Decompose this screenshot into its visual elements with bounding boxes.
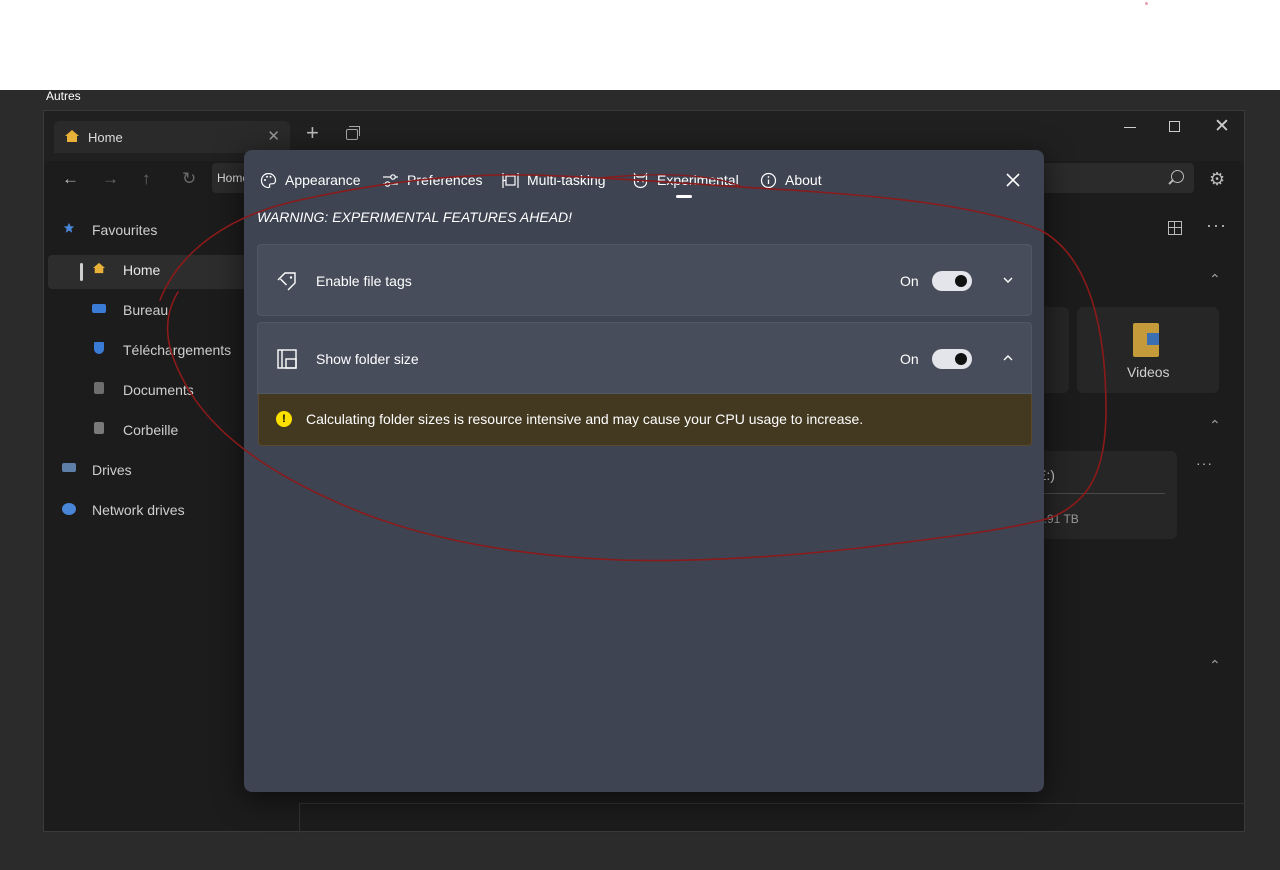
- info-message: Calculating folder sizes is resource int…: [306, 411, 864, 427]
- sidebar-item-home[interactable]: Home: [123, 262, 160, 278]
- desktop-label: Autres: [46, 89, 81, 103]
- sliders-icon: [383, 173, 398, 187]
- status-divider-vertical: [299, 803, 300, 833]
- sidebar-item-drives[interactable]: Drives: [92, 462, 132, 478]
- gear-icon[interactable]: ⚙: [1209, 169, 1225, 190]
- folder-size-info-bar: ! Calculating folder sizes is resource i…: [258, 394, 1032, 446]
- stray-dot: [1145, 2, 1148, 5]
- search-icon: [1171, 170, 1184, 183]
- tab-appearance[interactable]: Appearance: [260, 169, 361, 191]
- sidebar-item-telechargements[interactable]: Téléchargements: [123, 342, 231, 358]
- file-tags-toggle[interactable]: [932, 271, 972, 291]
- layout-view-icon[interactable]: [1168, 221, 1182, 235]
- feature-label: Enable file tags: [316, 273, 412, 289]
- chevron-up-icon[interactable]: ⌃: [1209, 657, 1221, 674]
- star-icon: [63, 222, 75, 233]
- toggle-state-label: On: [900, 273, 919, 289]
- more-options-icon[interactable]: ···: [1206, 215, 1227, 236]
- sidebar-item-bureau[interactable]: Bureau: [123, 302, 168, 318]
- chevron-up-icon[interactable]: ⌃: [1209, 271, 1221, 288]
- refresh-icon[interactable]: ↻: [182, 169, 196, 189]
- new-tab-icon[interactable]: +: [306, 122, 319, 144]
- up-icon[interactable]: ↑: [142, 169, 151, 189]
- tag-icon: [277, 272, 296, 291]
- document-icon: [94, 382, 104, 394]
- sidebar-item-documents[interactable]: Documents: [123, 382, 194, 398]
- chevron-down-icon[interactable]: [1002, 275, 1014, 285]
- close-tab-icon[interactable]: ✕: [267, 127, 280, 145]
- feature-card-file-tags[interactable]: Enable file tags On: [257, 244, 1032, 316]
- experimental-warning: WARNING: EXPERIMENTAL FEATURES AHEAD!: [257, 209, 573, 225]
- palette-icon: [260, 172, 277, 188]
- drive-usage-bar: [1039, 493, 1165, 494]
- chevron-up-icon[interactable]: [1002, 353, 1014, 363]
- tab-multitasking-label: Multi-tasking: [527, 172, 606, 188]
- feature-card-folder-size[interactable]: Show folder size On: [257, 322, 1032, 394]
- tab-preferences[interactable]: Preferences: [382, 169, 482, 191]
- close-window-icon[interactable]: ✕: [1214, 115, 1230, 138]
- sidebar-item-network-drives[interactable]: Network drives: [92, 502, 185, 518]
- settings-dialog: Appearance Preferences Multi-tasking Exp…: [244, 150, 1044, 792]
- close-icon[interactable]: [1004, 171, 1022, 189]
- sidebar-item-favourites[interactable]: Favourites: [92, 222, 157, 238]
- videos-label: Videos: [1127, 364, 1170, 380]
- feature-label: Show folder size: [316, 351, 419, 367]
- folder-size-icon: [277, 349, 297, 369]
- maximize-icon[interactable]: [1169, 121, 1180, 132]
- toggle-state-label: On: [900, 351, 919, 367]
- cat-icon: [633, 172, 648, 188]
- tab-appearance-label: Appearance: [285, 172, 361, 188]
- folder-size-toggle[interactable]: [932, 349, 972, 369]
- tab-about[interactable]: About: [760, 169, 822, 191]
- warning-icon: !: [276, 411, 292, 427]
- top-white-area: [0, 0, 1280, 90]
- download-icon: [94, 342, 104, 354]
- chevron-up-icon[interactable]: ⌃: [1209, 417, 1221, 434]
- tab-multitasking[interactable]: Multi-tasking: [502, 169, 606, 191]
- forward-icon[interactable]: →: [102, 169, 119, 189]
- status-divider: [299, 803, 1245, 804]
- home-icon: [93, 262, 105, 274]
- tab-experimental[interactable]: Experimental: [632, 169, 739, 191]
- minimize-icon[interactable]: [1124, 127, 1136, 128]
- search-box[interactable]: [1034, 163, 1194, 193]
- home-icon: [65, 130, 79, 142]
- explorer-tab-label: Home: [88, 130, 123, 145]
- sidebar-item-corbeille[interactable]: Corbeille: [123, 422, 178, 438]
- tab-about-label: About: [785, 172, 822, 188]
- desktop-icon: [92, 304, 106, 313]
- back-icon[interactable]: ←: [62, 169, 79, 189]
- drive-icon: [62, 463, 76, 472]
- drive-more-icon[interactable]: ···: [1196, 455, 1213, 471]
- multitasking-icon: [502, 172, 519, 188]
- tab-experimental-label: Experimental: [657, 172, 739, 188]
- explorer-tab-home[interactable]: Home ✕: [54, 121, 290, 153]
- duplicate-tab-icon[interactable]: [346, 126, 360, 140]
- active-tab-indicator: [676, 195, 692, 198]
- recycle-bin-icon: [94, 422, 104, 434]
- info-icon: [760, 172, 777, 188]
- videos-folder-icon: [1133, 323, 1159, 357]
- tab-preferences-label: Preferences: [407, 172, 483, 188]
- network-drive-icon: [62, 503, 76, 515]
